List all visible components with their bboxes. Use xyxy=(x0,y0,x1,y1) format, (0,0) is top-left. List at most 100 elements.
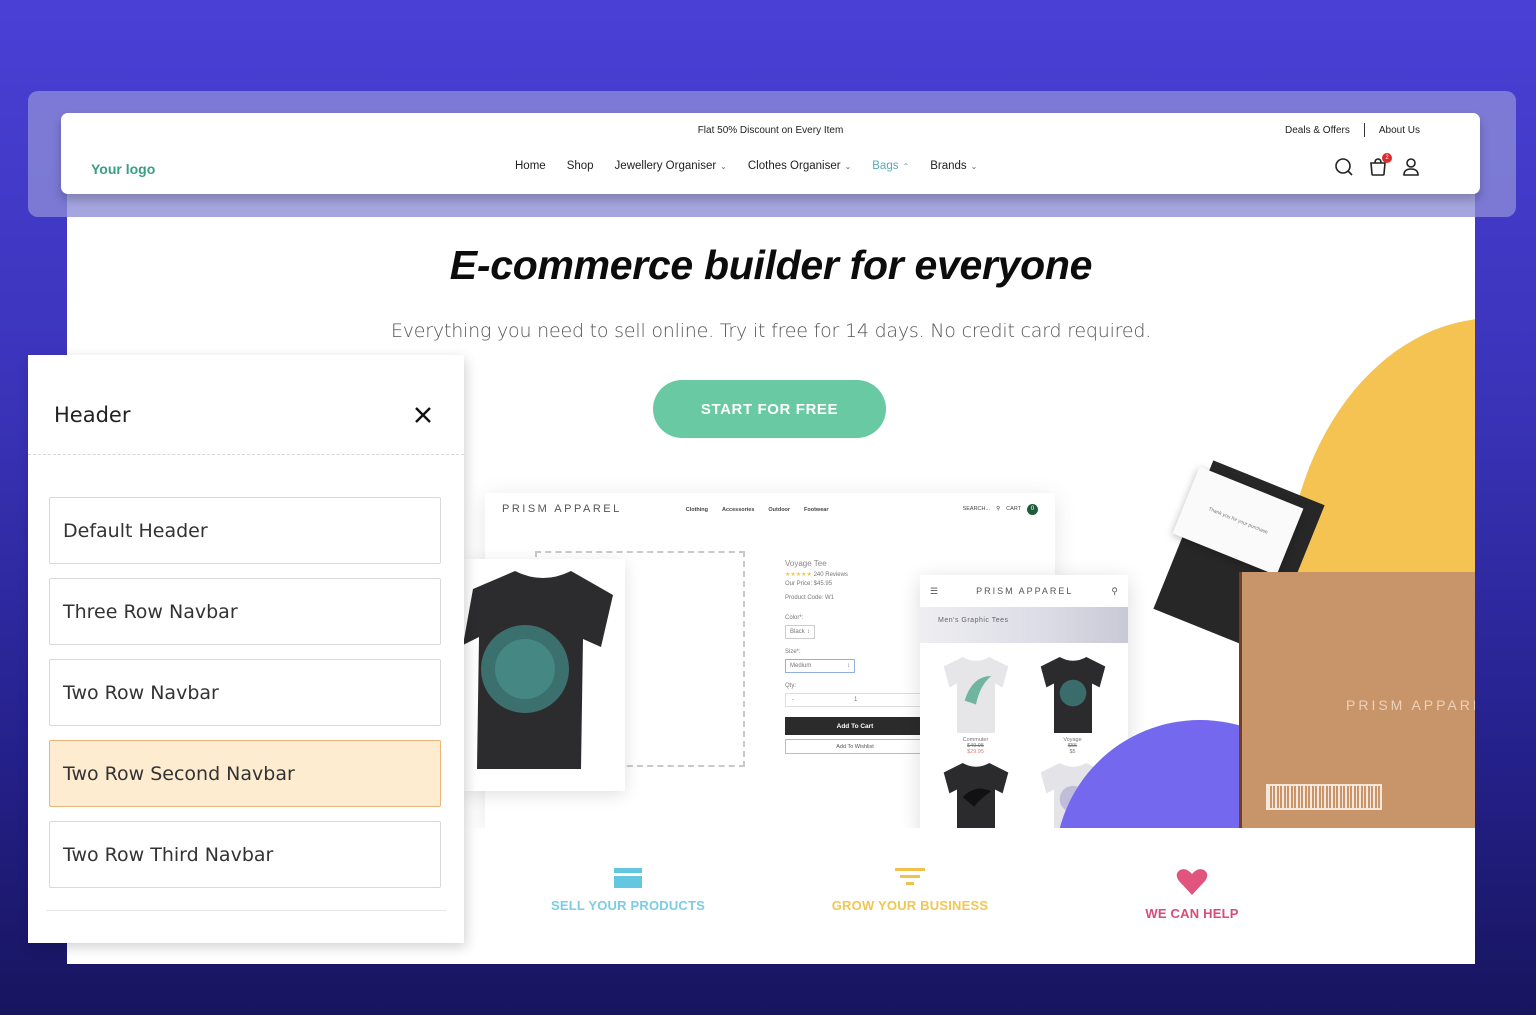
panel-header: Header xyxy=(28,355,464,455)
option-two-row-second-navbar[interactable]: Two Row Second Navbar xyxy=(49,740,441,807)
mobile-mockup-navbar: ☰ PRISM APPAREL ⚲ xyxy=(920,575,1128,607)
option-two-row-third-navbar[interactable]: Two Row Third Navbar xyxy=(49,821,441,888)
mobile-product-item xyxy=(934,759,1017,835)
feature-label: SELL YOUR PRODUCTS xyxy=(550,898,706,913)
mockup-cart-count: 0 xyxy=(1027,503,1038,515)
search-icon[interactable] xyxy=(1334,157,1354,177)
dark-tshirt-image xyxy=(463,571,613,769)
mockup-search-label: SEARCH... xyxy=(962,506,991,512)
nav-item-jewellery-organiser[interactable]: Jewellery Organiser ⌄ xyxy=(615,160,727,172)
box-brand-text: PRISM APPARE xyxy=(1346,697,1475,713)
size-select: Medium ↕ xyxy=(785,659,855,673)
shipping-box-image: PRISM APPARE xyxy=(1239,572,1475,828)
product-name: Voyage Tee xyxy=(785,559,827,568)
chevron-down-icon: ⌄ xyxy=(970,161,978,171)
tshirt-image-card xyxy=(463,559,625,791)
color-value: Black xyxy=(790,629,805,635)
mockup-menu-item: Outdoor xyxy=(768,506,791,513)
option-default-header[interactable]: Default Header xyxy=(49,497,441,564)
site-header-preview: Flat 50% Discount on Every Item Deals & … xyxy=(61,113,1480,194)
white-tshirt-image xyxy=(943,656,1008,733)
cart-button[interactable]: 2 xyxy=(1368,153,1392,177)
mockup-menu-item: Footwear xyxy=(804,506,829,513)
mobile-mockup-brand: PRISM APPAREL xyxy=(976,586,1074,596)
chevron-up-icon: ⌃ xyxy=(902,161,910,171)
feature-label: GROW YOUR BUSINESS xyxy=(831,898,989,913)
select-arrows-icon: ↕ xyxy=(847,663,850,669)
option-two-row-navbar[interactable]: Two Row Navbar xyxy=(49,659,441,726)
mockup-add-to-cart-button: Add To Cart xyxy=(785,717,925,735)
mobile-product-price: $5 xyxy=(1069,749,1076,755)
qty-minus: - xyxy=(792,697,794,703)
nav-item-clothes-organiser[interactable]: Clothes Organiser ⌄ xyxy=(748,160,851,172)
start-for-free-button[interactable]: START FOR FREE xyxy=(653,380,886,438)
product-details: Voyage Tee ★★★★★ 240 Reviews Our Price: … xyxy=(785,559,925,754)
qty-label: Qty: xyxy=(785,683,797,689)
mockup-right-actions: SEARCH... ⚲ CART 0 xyxy=(962,503,1038,515)
about-us-link[interactable]: About Us xyxy=(1379,125,1420,136)
mobile-product-price: $29.95 xyxy=(967,749,984,755)
product-code: Product Code: W1 xyxy=(785,595,835,601)
logo[interactable]: Your logo xyxy=(91,161,155,177)
panel-title: Header xyxy=(54,403,131,427)
header-options-list: Default Header Three Row Navbar Two Row … xyxy=(28,455,464,888)
header-settings-panel: Header Default Header Three Row Navbar T… xyxy=(28,355,464,943)
heart-icon xyxy=(1176,869,1208,895)
feature-grow-business: GROW YOUR BUSINESS xyxy=(810,868,1010,913)
product-price: Our Price: $45.95 xyxy=(785,581,833,587)
hero-subtitle: Everything you need to sell online. Try … xyxy=(390,320,1152,342)
mobile-product-item: Commuter $49.95 $29.95 xyxy=(934,653,1017,755)
mobile-product-item: Voyage $55 $5 xyxy=(1031,653,1114,755)
mobile-search-icon: ⚲ xyxy=(1111,585,1118,596)
user-icon[interactable] xyxy=(1402,157,1420,177)
funnel-icon xyxy=(895,868,925,888)
nav-label: Brands xyxy=(930,160,967,172)
color-label: Color*: xyxy=(785,615,804,621)
dark-tshirt-image xyxy=(943,762,1008,835)
nav-label: Clothes Organiser xyxy=(747,160,841,172)
mockup-navbar: PRISM APPAREL Clothing Accessories Outdo… xyxy=(485,493,1055,525)
size-label: Size*: xyxy=(785,649,801,655)
chevron-down-icon: ⌄ xyxy=(720,161,727,171)
nav-item-home[interactable]: Home xyxy=(515,160,546,172)
barcode-graphic xyxy=(1266,784,1382,810)
nav-item-shop[interactable]: Shop xyxy=(567,160,594,172)
mockup-brand: PRISM APPAREL xyxy=(502,503,622,515)
nav-label: Bags xyxy=(872,160,899,172)
nav-label: Jewellery Organiser xyxy=(614,160,717,172)
feature-sell-products: SELL YOUR PRODUCTS xyxy=(528,868,728,913)
mockup-menu-item: Accessories xyxy=(721,506,755,513)
dark-tshirt-image xyxy=(1040,656,1105,733)
credit-card-icon xyxy=(614,868,642,888)
close-button[interactable] xyxy=(412,404,434,426)
top-links: Deals & Offers About Us xyxy=(1285,123,1420,137)
mockup-menu: Clothing Accessories Outdoor Footwear xyxy=(686,506,841,513)
panel-divider xyxy=(46,910,446,911)
mobile-category-banner: Men's Graphic Tees xyxy=(920,607,1128,643)
close-icon xyxy=(415,407,431,423)
feature-label: WE CAN HELP xyxy=(1145,906,1239,921)
nav-item-bags[interactable]: Bags ⌃ xyxy=(872,160,909,172)
qty-value: 1 xyxy=(854,697,858,703)
promo-text: Flat 50% Discount on Every Item xyxy=(697,125,844,136)
hero-title: E-commerce builder for everyone xyxy=(449,242,1093,288)
qty-stepper: - 1 xyxy=(785,693,925,707)
main-nav: Home Shop Jewellery Organiser ⌄ Clothes … xyxy=(515,160,998,172)
mockup-menu-item: Clothing xyxy=(685,506,709,513)
deals-offers-link[interactable]: Deals & Offers xyxy=(1285,125,1350,136)
chevron-down-icon: ⌄ xyxy=(844,161,852,171)
color-select: Black ↕ xyxy=(785,625,815,639)
mockup-search-icon: ⚲ xyxy=(996,506,1001,512)
mockup-add-to-wishlist-button: Add To Wishlist xyxy=(785,739,925,754)
product-reviews: 240 Reviews xyxy=(813,572,848,578)
cart-count-badge: 2 xyxy=(1382,153,1392,163)
nav-item-brands[interactable]: Brands ⌄ xyxy=(930,160,977,172)
option-three-row-navbar[interactable]: Three Row Navbar xyxy=(49,578,441,645)
divider xyxy=(1363,123,1365,137)
nav-label: Home xyxy=(515,160,546,172)
nav-label: Shop xyxy=(566,160,594,172)
size-value: Medium xyxy=(790,663,812,669)
header-icons: 2 xyxy=(1334,153,1420,177)
hamburger-menu-icon: ☰ xyxy=(930,585,939,596)
product-rating-stars: ★★★★★ xyxy=(785,572,812,578)
